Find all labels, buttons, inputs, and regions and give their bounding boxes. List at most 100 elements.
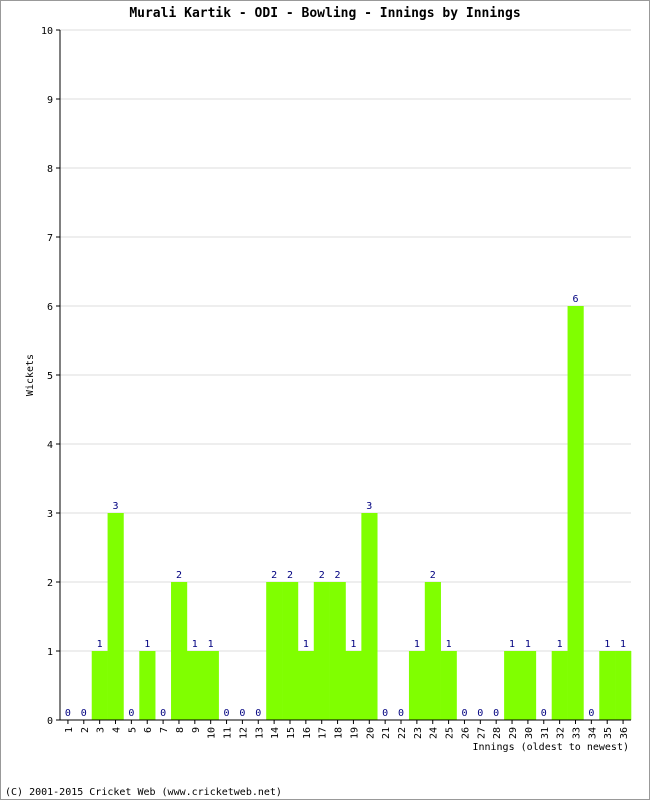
data-label: 1 [97, 639, 103, 650]
x-tick-label: 27 [476, 727, 487, 739]
bar [361, 513, 378, 720]
data-label: 1 [414, 639, 420, 650]
data-label: 0 [65, 708, 71, 719]
data-label: 0 [588, 708, 594, 719]
data-label: 1 [620, 639, 626, 650]
data-label: 1 [604, 639, 610, 650]
bar [567, 306, 584, 720]
x-tick-label: 20 [365, 727, 376, 739]
footer-copyright: (C) 2001-2015 Cricket Web (www.cricketwe… [5, 787, 282, 798]
bar [139, 651, 156, 720]
x-tick-label: 29 [508, 727, 519, 739]
data-label: 2 [335, 570, 341, 581]
data-label: 1 [303, 639, 309, 650]
bar [107, 513, 124, 720]
x-tick-label: 2 [80, 727, 91, 733]
bar [297, 651, 315, 720]
y-tick-label: 7 [47, 233, 53, 244]
y-tick-label: 6 [47, 302, 53, 313]
x-tick-label: 1 [64, 727, 75, 733]
x-tick-label: 8 [175, 727, 186, 733]
x-tick-label: 9 [191, 727, 202, 733]
data-label: 1 [557, 639, 563, 650]
bar [266, 582, 283, 720]
x-tick-label: 18 [334, 727, 345, 739]
y-tick-label: 5 [47, 371, 53, 382]
x-tick-label: 24 [429, 727, 440, 739]
data-label: 2 [319, 570, 325, 581]
bar [345, 651, 362, 720]
bar [551, 651, 568, 720]
data-label: 0 [128, 708, 134, 719]
data-label: 0 [224, 708, 230, 719]
y-axis-label: Wickets [25, 354, 36, 396]
x-tick-label: 5 [127, 727, 138, 733]
y-tick-label: 2 [47, 578, 53, 589]
bar [91, 651, 108, 720]
y-tick-label: 3 [47, 509, 53, 520]
x-tick-label: 28 [492, 727, 503, 739]
data-label: 1 [446, 639, 452, 650]
data-label: 1 [144, 639, 150, 650]
data-label: 3 [366, 501, 372, 512]
bar [424, 582, 441, 720]
x-tick-label: 7 [159, 727, 170, 733]
bar [519, 651, 537, 720]
x-tick-label: 33 [571, 727, 582, 739]
data-label: 1 [208, 639, 214, 650]
chart-title: Murali Kartik - ODI - Bowling - Innings … [129, 6, 520, 21]
x-tick-label: 32 [556, 727, 567, 739]
data-label: 0 [255, 708, 261, 719]
bar [171, 582, 188, 720]
y-tick-label: 4 [47, 440, 53, 451]
data-label: 0 [461, 708, 467, 719]
bar [186, 651, 204, 720]
x-tick-label: 25 [445, 727, 456, 739]
x-tick-label: 11 [223, 727, 234, 739]
bar [329, 582, 346, 720]
x-tick-label: 30 [524, 727, 535, 739]
data-label: 0 [160, 708, 166, 719]
bar [202, 651, 219, 720]
data-label: 1 [525, 639, 531, 650]
y-tick-label: 0 [47, 716, 53, 727]
data-label: 1 [350, 639, 356, 650]
data-label: 0 [382, 708, 388, 719]
y-tick-label: 9 [47, 95, 53, 106]
bar [599, 651, 616, 720]
data-label: 0 [541, 708, 547, 719]
data-label: 2 [176, 570, 182, 581]
bar [282, 582, 299, 720]
data-label: 0 [239, 708, 245, 719]
y-tick-label: 1 [47, 647, 53, 658]
data-label: 0 [81, 708, 87, 719]
x-tick-label: 36 [619, 727, 630, 739]
data-label: 6 [572, 294, 578, 305]
data-label: 2 [271, 570, 277, 581]
x-tick-label: 12 [238, 727, 249, 739]
x-tick-label: 10 [207, 727, 218, 739]
data-label: 3 [112, 501, 118, 512]
data-label: 1 [192, 639, 198, 650]
bar [504, 651, 521, 720]
x-tick-label: 14 [270, 727, 281, 739]
chart-container: Murali Kartik - ODI - Bowling - Innings … [0, 0, 650, 800]
x-tick-label: 6 [143, 727, 154, 733]
bar [313, 582, 330, 720]
data-label: 2 [430, 570, 436, 581]
y-tick-label: 10 [41, 26, 53, 37]
chart: Murali Kartik - ODI - Bowling - Innings … [0, 0, 650, 800]
x-tick-label: 23 [413, 727, 424, 739]
data-label: 2 [287, 570, 293, 581]
x-tick-label: 35 [603, 727, 614, 739]
x-tick-label: 16 [302, 727, 313, 739]
x-tick-label: 22 [397, 727, 408, 739]
x-tick-label: 17 [318, 727, 329, 739]
bar [408, 651, 426, 720]
data-label: 0 [477, 708, 483, 719]
x-tick-label: 19 [349, 727, 360, 739]
x-axis-label: Innings (oldest to newest) [472, 742, 629, 753]
bar [440, 651, 457, 720]
x-tick-label: 34 [587, 727, 598, 739]
x-tick-label: 4 [112, 727, 123, 733]
